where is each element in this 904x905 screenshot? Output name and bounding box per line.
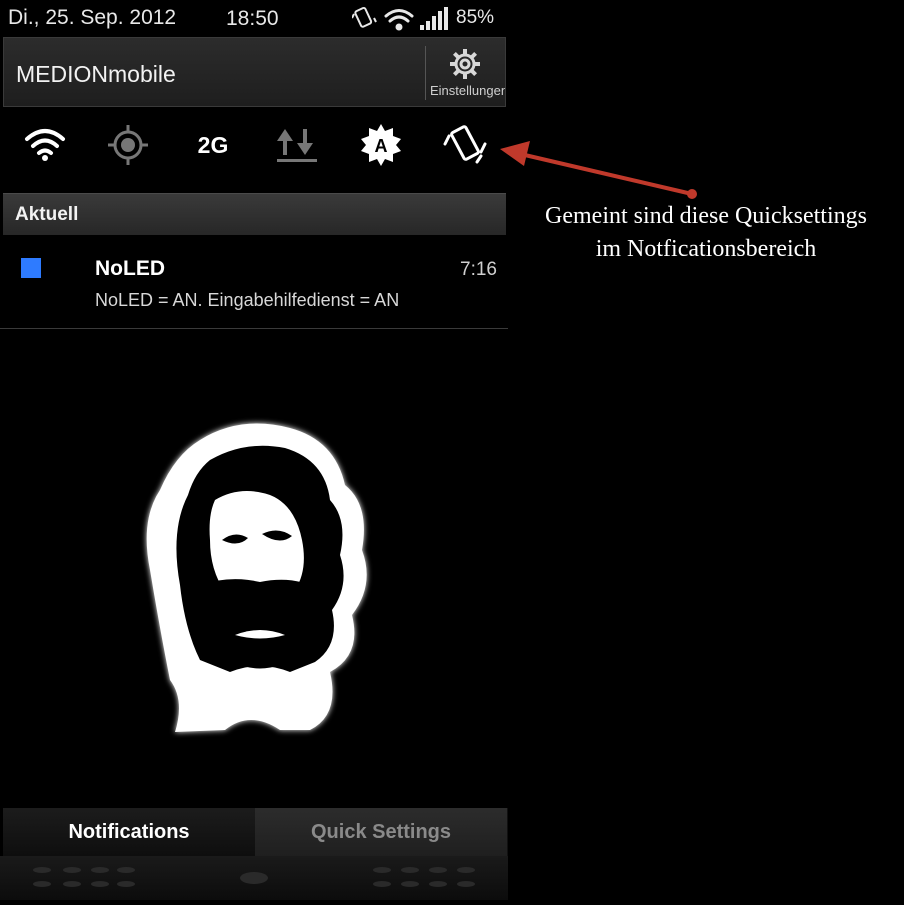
annotation-text: Gemeint sind diese Quicksettings im Notf…: [520, 200, 892, 266]
gps-icon: [108, 125, 148, 165]
settings-button[interactable]: Einstellungen: [425, 46, 505, 100]
notification-time: 7:16: [460, 259, 497, 280]
portrait-image: [146, 423, 367, 732]
section-header: Aktuell: [3, 193, 506, 235]
quick-settings-row: 2G A: [0, 110, 508, 182]
signal-icon: [420, 7, 448, 30]
brightness-toggle[interactable]: A: [356, 122, 406, 168]
data-toggle[interactable]: [272, 122, 322, 168]
2g-icon: 2G: [197, 131, 229, 158]
gps-toggle[interactable]: [103, 122, 153, 168]
notification-text: NoLED = AN. Eingabehilfedienst = AN: [95, 290, 400, 310]
carrier-bar: MEDIONmobile Einstellungen: [3, 37, 506, 107]
annotation-line-1: Gemeint sind diese Quicksettings: [545, 203, 867, 229]
annotation-line-2: im Notficationsbereich: [595, 236, 817, 262]
vibrate-icon: [351, 6, 377, 28]
notification-color-square: [21, 258, 41, 278]
carrier-name: MEDIONmobile: [16, 61, 176, 87]
tab-bar: Notifications Quick Settings: [3, 808, 508, 856]
battery-percent: 85%: [456, 7, 495, 28]
svg-text:A: A: [375, 136, 388, 156]
auto-rotate-icon: [443, 125, 487, 164]
status-icons: [351, 6, 456, 32]
notification-item[interactable]: NoLED 7:16 NoLED = AN. Eingabehilfediens…: [0, 240, 508, 329]
wifi-icon: [384, 9, 414, 31]
status-time: 18:50: [226, 7, 279, 30]
wifi-icon: [25, 129, 65, 161]
settings-label: Einstellungen: [430, 83, 505, 98]
notification-title: NoLED: [95, 257, 165, 280]
wifi-toggle[interactable]: [20, 122, 70, 168]
status-date: Di., 25. Sep. 2012: [8, 6, 177, 29]
status-bar: Di., 25. Sep. 2012 18:50 85%: [0, 0, 508, 38]
section-title: Aktuell: [15, 204, 79, 225]
network-toggle[interactable]: 2G: [188, 122, 238, 168]
auto-brightness-icon: A: [361, 124, 401, 166]
rotation-toggle[interactable]: [441, 122, 491, 168]
data-transfer-icon: [277, 129, 317, 162]
tab-quick-settings[interactable]: Quick Settings: [255, 808, 507, 856]
tab-notifications[interactable]: Notifications: [3, 808, 255, 856]
phone-screen: Di., 25. Sep. 2012 18:50 85% MEDIONmobil…: [0, 0, 508, 900]
gear-icon: [450, 49, 480, 79]
drag-handle[interactable]: [0, 856, 508, 900]
